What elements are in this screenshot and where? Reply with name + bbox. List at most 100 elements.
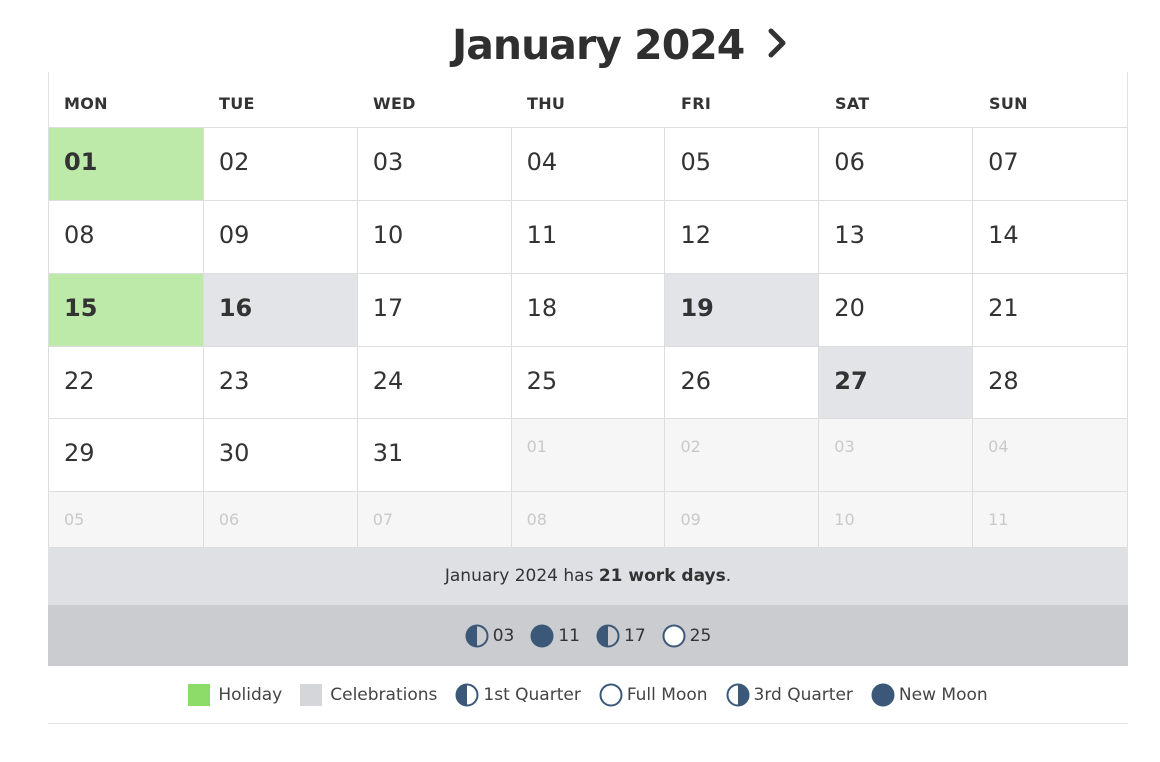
day-cell-other-month[interactable]: 04 bbox=[973, 419, 1129, 492]
weekday-thu: THU bbox=[527, 94, 566, 113]
week-row: 08 09 10 11 12 13 14 bbox=[49, 201, 1129, 274]
day-number: 16 bbox=[218, 294, 253, 322]
day-number: 01 bbox=[64, 148, 98, 176]
day-cell[interactable]: 11 bbox=[511, 201, 666, 274]
day-number: 06 bbox=[834, 148, 865, 176]
day-cell-other-month[interactable]: 06 bbox=[203, 492, 358, 548]
moon-phase-item: 03 bbox=[465, 624, 514, 648]
day-number: 04 bbox=[526, 148, 558, 176]
week-row: 15 16 17 18 19 20 21 bbox=[49, 274, 1129, 347]
day-cell-other-month[interactable]: 03 bbox=[819, 419, 974, 492]
week-row: 05 06 07 08 09 10 11 bbox=[49, 492, 1129, 548]
day-cell[interactable]: 31 bbox=[357, 419, 512, 492]
weekday-mon: MON bbox=[64, 94, 108, 113]
day-cell[interactable]: 13 bbox=[819, 201, 974, 274]
legend-label: 3rd Quarter bbox=[753, 684, 853, 705]
weekday-sun: SUN bbox=[989, 94, 1028, 113]
day-cell[interactable]: 19 bbox=[665, 274, 820, 347]
day-cell[interactable]: 15 bbox=[49, 274, 204, 347]
day-cell[interactable]: 05 bbox=[665, 128, 820, 201]
day-cell-other-month[interactable]: 05 bbox=[49, 492, 204, 548]
day-number: 01 bbox=[526, 437, 547, 456]
day-cell[interactable]: 18 bbox=[511, 274, 666, 347]
calendar: MON TUE WED THU FRI SAT SUN 01 02 03 04 05 06… bbox=[48, 72, 1129, 548]
day-number: 08 bbox=[526, 510, 547, 529]
summary-suffix: . bbox=[725, 566, 732, 586]
legend: Holiday Celebrations 1st Quarter Full Moon 3… bbox=[48, 666, 1128, 724]
day-cell[interactable]: 26 bbox=[665, 347, 820, 419]
weekday-fri: FRI bbox=[681, 94, 712, 113]
day-cell-other-month[interactable]: 09 bbox=[665, 492, 820, 548]
day-cell[interactable]: 07 bbox=[973, 128, 1129, 201]
day-number: 26 bbox=[680, 367, 711, 395]
day-number: 03 bbox=[834, 437, 855, 456]
week-row: 01 02 03 04 05 06 07 bbox=[49, 128, 1129, 201]
day-number: 10 bbox=[372, 221, 404, 249]
day-cell[interactable]: 25 bbox=[511, 347, 666, 419]
day-number: 28 bbox=[988, 367, 1019, 395]
day-cell[interactable]: 02 bbox=[203, 128, 358, 201]
day-cell[interactable]: 06 bbox=[819, 128, 974, 201]
day-number: 09 bbox=[680, 510, 701, 529]
moon-phases-bar: 03 11 17 25 bbox=[48, 605, 1128, 666]
moon-phase-day: 11 bbox=[558, 625, 580, 646]
day-cell[interactable]: 04 bbox=[511, 128, 666, 201]
first-quarter-icon bbox=[596, 624, 620, 647]
day-cell[interactable]: 20 bbox=[819, 274, 974, 347]
full-moon-icon bbox=[599, 683, 623, 706]
week-row: 29 30 31 01 02 03 04 bbox=[49, 419, 1129, 492]
day-cell[interactable]: 08 bbox=[49, 201, 204, 274]
day-number: 15 bbox=[64, 294, 98, 322]
day-number: 11 bbox=[988, 510, 1009, 529]
first-quarter-icon bbox=[465, 624, 489, 647]
day-number: 13 bbox=[834, 221, 865, 249]
day-number: 10 bbox=[834, 510, 855, 529]
day-cell[interactable]: 03 bbox=[357, 128, 512, 201]
day-cell[interactable]: 14 bbox=[973, 201, 1129, 274]
day-cell-other-month[interactable]: 08 bbox=[511, 492, 666, 548]
legend-label: New Moon bbox=[898, 684, 988, 705]
day-number: 06 bbox=[218, 510, 240, 529]
day-cell[interactable]: 12 bbox=[665, 201, 820, 274]
day-number: 24 bbox=[372, 367, 404, 395]
week-row: 22 23 24 25 26 27 28 bbox=[49, 347, 1129, 419]
day-cell[interactable]: 17 bbox=[357, 274, 512, 347]
day-number: 08 bbox=[64, 221, 95, 249]
day-number: 14 bbox=[988, 221, 1019, 249]
weekday-wed: WED bbox=[373, 94, 416, 113]
day-number: 05 bbox=[64, 510, 85, 529]
next-month-button[interactable] bbox=[760, 26, 796, 62]
legend-item: New Moon bbox=[871, 683, 988, 707]
calendar-header: January 2024 bbox=[0, 18, 1160, 74]
day-cell[interactable]: 30 bbox=[203, 419, 358, 492]
day-number: 19 bbox=[680, 294, 714, 322]
day-cell[interactable]: 01 bbox=[49, 128, 204, 201]
first-quarter-icon bbox=[455, 683, 479, 706]
day-cell[interactable]: 16 bbox=[203, 274, 358, 347]
day-cell[interactable]: 29 bbox=[49, 419, 204, 492]
day-cell-other-month[interactable]: 11 bbox=[973, 492, 1129, 548]
legend-item: 3rd Quarter bbox=[726, 683, 853, 707]
day-cell-other-month[interactable]: 02 bbox=[665, 419, 820, 492]
day-cell-other-month[interactable]: 01 bbox=[511, 419, 666, 492]
day-number: 07 bbox=[988, 148, 1019, 176]
day-number: 04 bbox=[988, 437, 1009, 456]
day-number: 31 bbox=[372, 439, 404, 467]
day-cell[interactable]: 27 bbox=[819, 347, 974, 419]
chevron-right-icon bbox=[768, 28, 786, 58]
day-cell[interactable]: 23 bbox=[203, 347, 358, 419]
month-title: January 2024 bbox=[452, 21, 745, 69]
day-cell[interactable]: 22 bbox=[49, 347, 204, 419]
day-cell[interactable]: 21 bbox=[973, 274, 1129, 347]
day-cell-other-month[interactable]: 10 bbox=[819, 492, 974, 548]
day-number: 21 bbox=[988, 294, 1019, 322]
day-cell[interactable]: 10 bbox=[357, 201, 512, 274]
day-number: 18 bbox=[526, 294, 558, 322]
day-cell[interactable]: 24 bbox=[357, 347, 512, 419]
day-cell[interactable]: 28 bbox=[973, 347, 1129, 419]
day-number: 17 bbox=[372, 294, 404, 322]
legend-item: Full Moon bbox=[599, 683, 708, 707]
day-number: 02 bbox=[218, 148, 250, 176]
day-cell[interactable]: 09 bbox=[203, 201, 358, 274]
day-cell-other-month[interactable]: 07 bbox=[357, 492, 512, 548]
